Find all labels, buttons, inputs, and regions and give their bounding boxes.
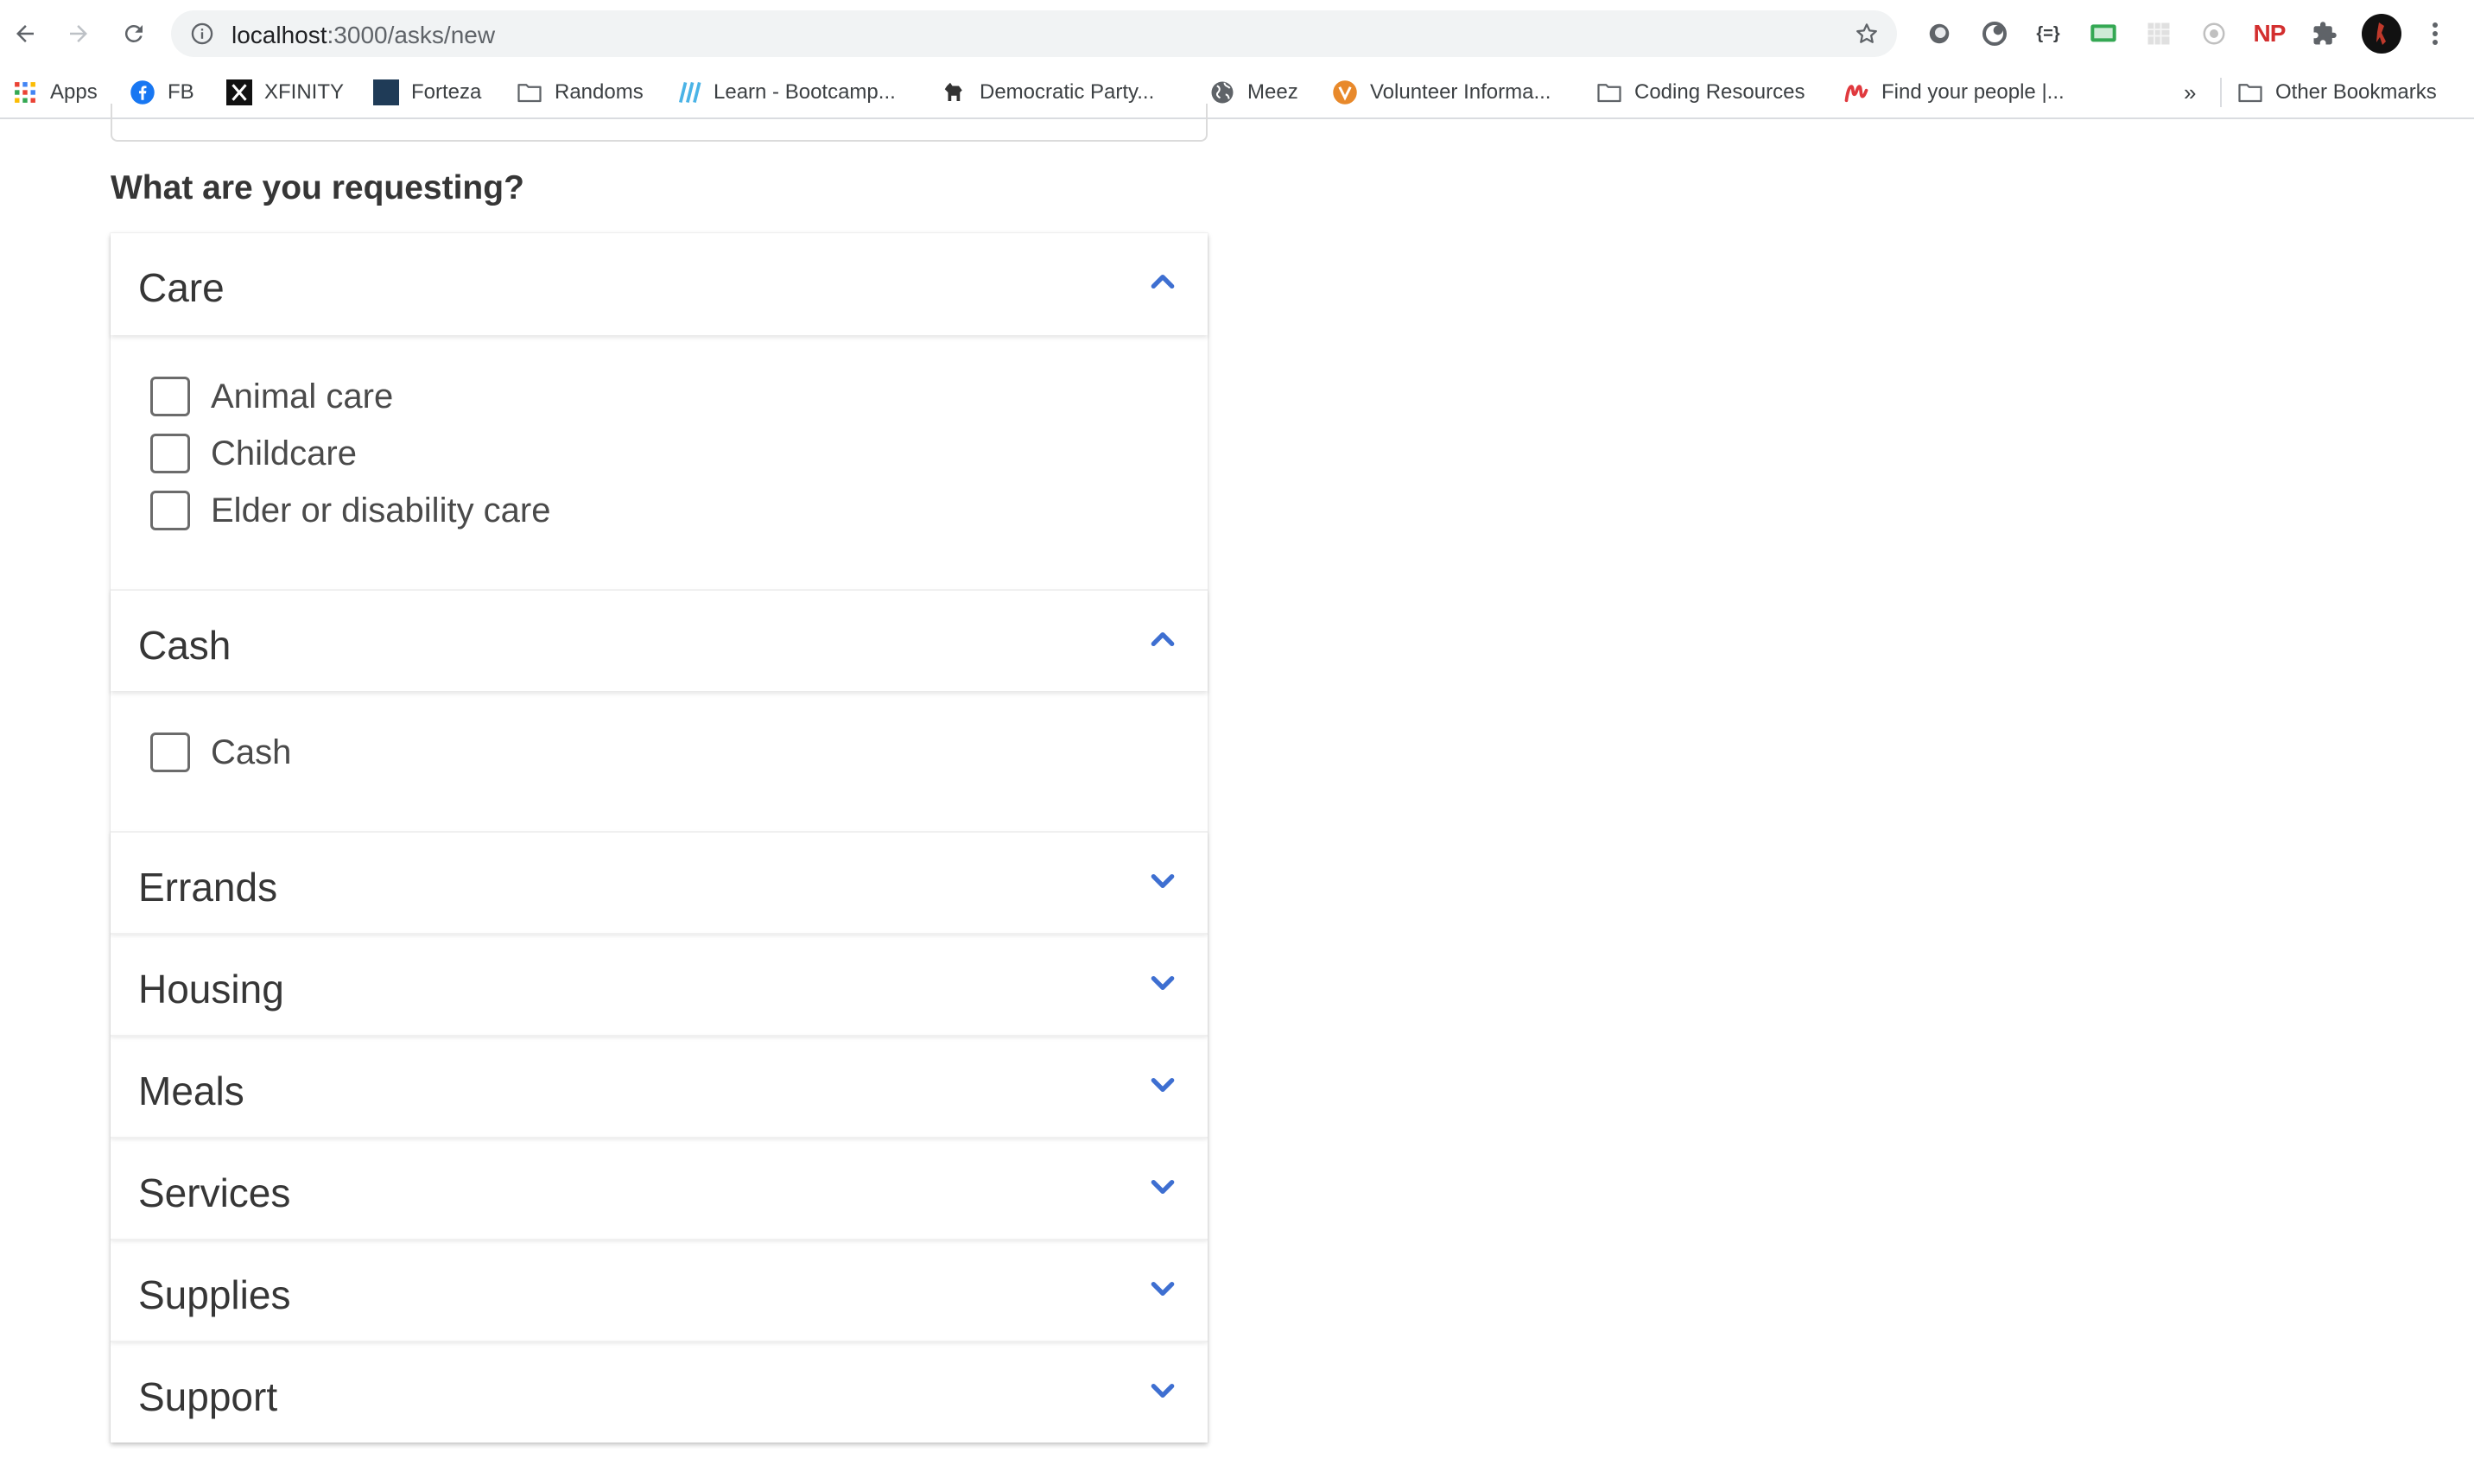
meetup-icon (1843, 79, 1869, 105)
checkbox[interactable] (150, 434, 190, 473)
bookmark-apps[interactable]: Apps (12, 76, 98, 109)
accordion-title: Errands (138, 865, 278, 910)
request-question-heading: What are you requesting? (111, 169, 524, 206)
bootcamp-stripes-icon (676, 79, 701, 105)
accordion-header-support[interactable]: Support (111, 1341, 1208, 1443)
bookmark-label: Meez (1247, 80, 1298, 104)
checkbox-option-cash[interactable]: Cash (150, 729, 291, 776)
url-host: localhost (232, 22, 327, 48)
folder-icon (2237, 79, 2263, 105)
accordion-title: Housing (138, 967, 284, 1012)
extensions-puzzle-icon[interactable] (2308, 17, 2341, 50)
bookmark-label: Randoms (555, 80, 644, 104)
xfinity-icon (226, 79, 252, 105)
extension-circle-icon[interactable] (1923, 17, 1956, 50)
request-categories-accordion: Care Animal care Childcare Elder or disa… (111, 233, 1208, 1443)
apps-grid-icon (12, 79, 38, 105)
bookmark-label: Forteza (411, 80, 482, 104)
volunteer-v-icon (1332, 79, 1358, 105)
checkbox-option-animal-care[interactable]: Animal care (150, 373, 393, 420)
donkey-icon (942, 79, 967, 105)
bookmark-label: Find your people |... (1881, 80, 2065, 104)
folder-icon (1596, 79, 1622, 105)
accordion-body-care: Animal care Childcare Elder or disabilit… (111, 335, 1208, 589)
site-info-icon[interactable] (190, 22, 214, 46)
bookmark-label: Volunteer Informa... (1370, 80, 1551, 104)
reload-icon (124, 24, 143, 42)
accordion-header-housing[interactable]: Housing (111, 933, 1208, 1035)
bookmark-coding-resources[interactable]: Coding Resources (1596, 76, 1805, 109)
extension-np-icon[interactable]: NP (2253, 17, 2287, 50)
accordion-header-supplies[interactable]: Supplies (111, 1239, 1208, 1341)
accordion-title: Support (138, 1374, 278, 1419)
checkbox-option-elder-or-disability-care[interactable]: Elder or disability care (150, 487, 551, 534)
bookmark-volunteer[interactable]: Volunteer Informa... (1332, 76, 1551, 109)
menu-kebab-icon[interactable] (2419, 17, 2452, 50)
forteza-icon (373, 79, 399, 105)
url-path: :3000/asks/new (327, 22, 496, 48)
bookmark-label: FB (168, 80, 194, 104)
bookmarks-separator (2220, 78, 2222, 107)
accordion-header-errands[interactable]: Errands (111, 831, 1208, 933)
bookmarks-overflow-chevron[interactable]: » (2184, 76, 2196, 109)
extension-eye-icon[interactable] (2198, 17, 2230, 50)
previous-field-bottom-edge[interactable] (111, 104, 1208, 142)
checkbox-label: Cash (211, 732, 292, 771)
accordion-header-care[interactable]: Care (111, 233, 1208, 335)
accordion-title: Services (138, 1170, 291, 1215)
bookmark-meez[interactable]: Meez (1209, 76, 1298, 109)
accordion-header-cash[interactable]: Cash (111, 589, 1208, 691)
chevron-down-icon[interactable] (1149, 1275, 1177, 1303)
chevron-down-icon[interactable] (1149, 1377, 1177, 1405)
facebook-icon (130, 79, 155, 105)
globe-icon (1209, 79, 1235, 105)
bookmark-label: XFINITY (264, 80, 345, 104)
bookmark-label: Democratic Party... (980, 80, 1155, 104)
checkbox-label: Childcare (211, 434, 357, 472)
address-bar[interactable]: localhost:3000/asks/new (171, 10, 1897, 57)
browser-toolbar: localhost:3000/asks/new {=} NP (0, 0, 2474, 67)
bookmark-label: Apps (50, 80, 98, 104)
bookmark-label: Learn - Bootcamp... (714, 80, 896, 104)
bookmark-star-icon[interactable] (1854, 21, 1880, 47)
back-button[interactable] (5, 14, 45, 54)
extension-json-icon[interactable]: {=} (2032, 17, 2065, 50)
bookmark-label: Other Bookmarks (2275, 80, 2437, 104)
checkbox-label: Animal care (211, 377, 394, 415)
bookmark-other-bookmarks[interactable]: Other Bookmarks (2237, 76, 2437, 109)
checkbox[interactable] (150, 491, 190, 530)
chevron-up-icon[interactable] (1149, 625, 1177, 653)
chevron-down-icon[interactable] (1149, 969, 1177, 997)
chevron-down-icon[interactable] (1149, 867, 1177, 895)
accordion-title: Meals (138, 1069, 244, 1113)
accordion-header-meals[interactable]: Meals (111, 1035, 1208, 1137)
profile-avatar[interactable] (2362, 14, 2401, 54)
bookmark-label: Coding Resources (1634, 80, 1805, 104)
back-arrow-icon (16, 25, 34, 42)
chevron-up-icon[interactable] (1149, 268, 1177, 295)
reload-button[interactable] (114, 14, 154, 54)
accordion-body-cash: Cash (111, 691, 1208, 831)
forward-button[interactable] (59, 14, 98, 54)
checkbox-label: Elder or disability care (211, 491, 551, 530)
checkbox[interactable] (150, 377, 190, 416)
accordion-title: Care (138, 265, 225, 310)
accordion-title: Supplies (138, 1272, 291, 1317)
checkbox[interactable] (150, 732, 190, 772)
chevron-down-icon[interactable] (1149, 1173, 1177, 1201)
accordion-title: Cash (138, 623, 232, 668)
url-text: localhost:3000/asks/new (232, 22, 495, 49)
extension-grid-icon[interactable] (2142, 17, 2175, 50)
extension-refresh-icon[interactable] (1978, 17, 2011, 50)
extension-screen-icon[interactable] (2087, 17, 2120, 50)
folder-icon (517, 79, 542, 105)
forward-arrow-icon (70, 25, 87, 42)
accordion-header-services[interactable]: Services (111, 1137, 1208, 1239)
bookmark-find-your-people[interactable]: Find your people |... (1843, 76, 2065, 109)
checkbox-option-childcare[interactable]: Childcare (150, 430, 357, 477)
chevron-down-icon[interactable] (1149, 1071, 1177, 1099)
